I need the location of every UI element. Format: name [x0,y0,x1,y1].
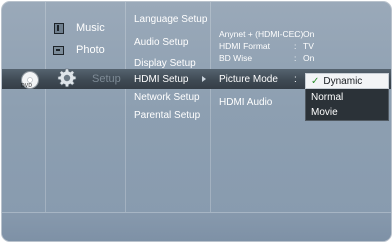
category-label: Photo [76,44,105,56]
setting-separator: : [294,74,297,85]
setting-separator: : [294,53,297,63]
option-movie[interactable]: Movie [305,105,389,121]
submenu-arrow-icon [202,76,206,82]
category-photo[interactable]: Photo [53,42,125,58]
setting-separator: : [294,41,297,51]
setting-picture-mode-label[interactable]: Picture Mode [219,74,278,85]
setting-separator: : [294,29,297,39]
menu-item-hdmi-setup[interactable]: HDMI Setup [134,74,188,85]
menu-item-parental-setup[interactable]: Parental Setup [134,110,200,121]
menu-item-network-setup[interactable]: Network Setup [134,92,200,103]
setting-bd-wise-label[interactable]: BD Wise [219,53,252,63]
music-icon [53,22,64,34]
setting-hdmi-audio-label[interactable]: HDMI Audio [219,97,272,108]
option-dynamic[interactable]: ✓ Dynamic [305,73,389,89]
setting-hdmi-format-label[interactable]: HDMI Format [219,41,270,51]
column-divider [45,2,46,241]
bottom-bar [2,212,391,241]
menu-item-audio-setup[interactable]: Audio Setup [134,37,189,48]
column-divider [210,2,211,241]
option-normal[interactable]: Normal [305,89,389,105]
category-label: Music [76,22,105,34]
photo-icon [53,45,64,56]
column-divider [125,2,126,241]
picture-mode-dropdown[interactable]: ✓ Dynamic Normal Movie [305,73,389,121]
category-music[interactable]: Music [53,20,125,36]
menu-item-language-setup[interactable]: Language Setup [134,14,207,25]
category-label: Setup [92,73,121,85]
menu-item-display-setup[interactable]: Display Setup [134,58,196,69]
setup-screen: DVD Music Photo Setup Language Setup Aud… [1,1,392,242]
check-icon: ✓ [311,75,320,87]
setting-bd-wise-value: On [303,53,315,63]
setting-anynet-label[interactable]: Anynet + (HDMI-CEC) [219,29,303,39]
setting-anynet-value: On [303,29,315,39]
category-setup[interactable]: Setup [53,71,125,87]
disc-type-label: DVD [21,83,33,89]
setting-hdmi-format-value: TV [303,41,314,51]
